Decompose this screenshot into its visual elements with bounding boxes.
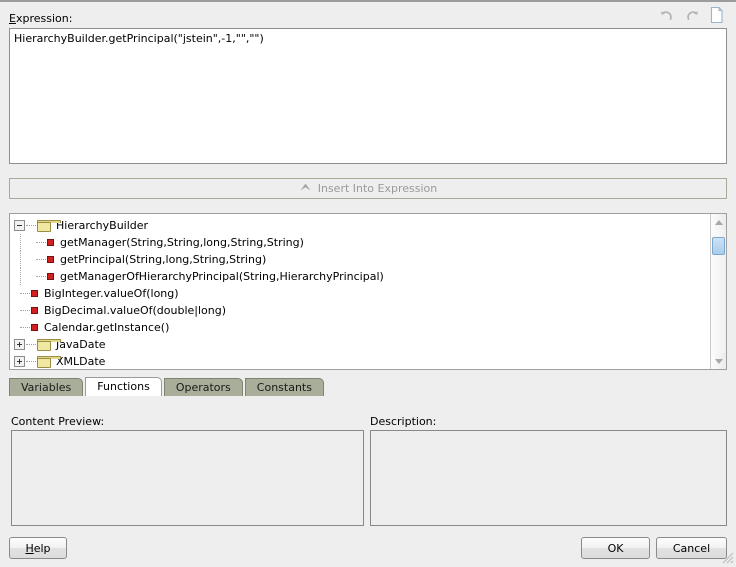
tree-connector <box>26 360 36 363</box>
tab-operators[interactable]: Operators <box>163 378 243 396</box>
expression-label-mnemonic: E <box>9 12 16 25</box>
redo-icon <box>684 7 700 26</box>
help-button-label-rest: elp <box>33 541 51 555</box>
tree-item-label: getManagerOfHierarchyPrincipal(String,Hi… <box>60 270 384 283</box>
tree-connector <box>20 309 30 312</box>
chevron-up-icon <box>299 182 312 195</box>
tree-item-label: BigDecimal.valueOf(double|long) <box>44 304 227 317</box>
tree-scrollbar[interactable] <box>710 214 726 369</box>
insert-into-expression-button[interactable]: Insert Into Expression <box>9 178 727 199</box>
new-document-button[interactable] <box>707 6 727 26</box>
expression-header: Expression: <box>9 6 727 28</box>
tree-item-label: BigInteger.valueOf(long) <box>44 287 179 300</box>
tree-item-javadate[interactable]: JavaDate <box>14 336 709 353</box>
tree-connector <box>26 224 36 227</box>
functions-tree-panel: HierarchyBuilder getManager(String,Strin… <box>9 213 727 370</box>
category-tabs: Variables Functions Operators Constants <box>9 377 326 396</box>
method-icon <box>31 290 38 297</box>
description-label: Description: <box>370 415 437 428</box>
description-box <box>370 430 727 526</box>
tree-connector <box>36 241 46 244</box>
folder-icon <box>37 355 61 368</box>
method-icon <box>47 273 54 280</box>
tree-item-label: JavaDate <box>56 338 106 351</box>
expression-label: Expression: <box>9 12 72 25</box>
undo-button[interactable] <box>657 6 677 26</box>
resize-grip[interactable] <box>720 550 734 564</box>
help-button-mnemonic: H <box>25 541 34 555</box>
tree-item-label: HierarchyBuilder <box>56 219 149 232</box>
ok-button[interactable]: OK <box>581 537 650 559</box>
content-preview-label: Content Preview: <box>11 415 105 428</box>
tree-item-getmanager[interactable]: getManager(String,String,long,String,Str… <box>14 234 709 251</box>
tree-item-getmanagerofhierarchyprincipal[interactable]: getManagerOfHierarchyPrincipal(String,Hi… <box>14 268 709 285</box>
scroll-down-button[interactable] <box>711 353 726 369</box>
functions-tree: HierarchyBuilder getManager(String,Strin… <box>10 214 709 369</box>
insert-into-expression-label: Insert Into Expression <box>317 182 438 195</box>
tree-connector <box>20 326 30 329</box>
tree-item-biginteger-valueof[interactable]: BigInteger.valueOf(long) <box>14 285 709 302</box>
tree-connector <box>26 343 36 346</box>
tree-item-xmldate[interactable]: XMLDate <box>14 353 709 369</box>
folder-icon <box>37 219 61 232</box>
tree-connector <box>20 268 22 285</box>
tree-item-label: getManager(String,String,long,String,Str… <box>60 236 304 249</box>
collapse-toggle-icon[interactable] <box>14 220 25 231</box>
method-icon <box>47 256 54 263</box>
expand-toggle-icon[interactable] <box>14 339 25 350</box>
expression-builder-dialog: Expression: HierarchyBuilder.getPrincipa… <box>0 0 736 565</box>
tree-item-label: getPrincipal(String,long,String,String) <box>60 253 267 266</box>
expression-input[interactable]: HierarchyBuilder.getPrincipal("jstein",-… <box>9 28 727 164</box>
tree-connector <box>20 234 22 251</box>
expression-label-rest: xpression: <box>15 12 73 25</box>
scroll-up-button[interactable] <box>711 214 726 230</box>
tree-item-label: Calendar.getInstance() <box>44 321 170 334</box>
tree-item-label: XMLDate <box>56 355 106 368</box>
tab-functions[interactable]: Functions <box>85 377 162 396</box>
tree-connector <box>36 275 46 278</box>
chevron-down-icon <box>714 358 723 364</box>
cancel-button[interactable]: Cancel <box>656 537 727 559</box>
expand-toggle-icon[interactable] <box>14 356 25 367</box>
tree-item-hierarchybuilder[interactable]: HierarchyBuilder <box>14 217 709 234</box>
folder-icon <box>37 338 61 351</box>
tab-constants[interactable]: Constants <box>244 378 324 396</box>
expression-toolbar <box>657 6 727 26</box>
chevron-up-icon <box>714 219 723 225</box>
undo-icon <box>659 7 675 26</box>
scrollbar-track[interactable] <box>711 230 726 353</box>
tree-connector <box>20 292 30 295</box>
method-icon <box>47 239 54 246</box>
tree-connector <box>20 251 22 268</box>
content-preview-box <box>11 430 364 526</box>
tree-item-calendar-getinstance[interactable]: Calendar.getInstance() <box>14 319 709 336</box>
method-icon <box>31 324 38 331</box>
scrollbar-thumb[interactable] <box>712 237 725 255</box>
redo-button[interactable] <box>682 6 702 26</box>
method-icon <box>31 307 38 314</box>
new-document-icon <box>709 6 725 27</box>
tree-connector <box>36 258 46 261</box>
help-button[interactable]: Help <box>9 537 67 559</box>
tab-variables[interactable]: Variables <box>9 378 84 396</box>
tree-item-getprincipal[interactable]: getPrincipal(String,long,String,String) <box>14 251 709 268</box>
tree-item-bigdecimal-valueof[interactable]: BigDecimal.valueOf(double|long) <box>14 302 709 319</box>
